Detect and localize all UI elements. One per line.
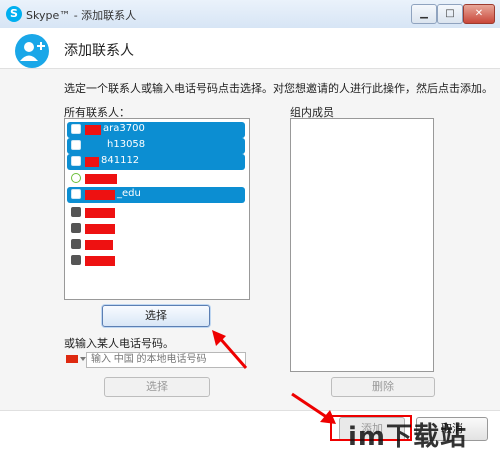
contact-name: ara3700 xyxy=(103,123,145,134)
redaction-mark xyxy=(85,224,115,234)
contacts-list[interactable]: ara3700 h13058 841112 _edu xyxy=(64,118,250,300)
contact-name: h13058 xyxy=(107,139,146,150)
contact-name: _edu xyxy=(117,188,141,199)
contact-status-icon xyxy=(71,124,81,134)
page-title: 添加联系人 xyxy=(64,43,134,59)
contact-item[interactable] xyxy=(67,237,245,253)
redaction-mark xyxy=(85,190,115,200)
contact-status-icon xyxy=(71,207,81,217)
contact-name: 841112 xyxy=(101,155,140,166)
close-button[interactable]: ✕ xyxy=(463,4,495,24)
contact-status-icon xyxy=(71,189,81,199)
maximize-icon: □ xyxy=(445,8,455,19)
contact-item[interactable]: h13058 xyxy=(67,138,245,154)
redaction-mark xyxy=(85,141,89,151)
contact-item[interactable]: ara3700 xyxy=(67,122,245,138)
window-title: Skype™ - 添加联系人 xyxy=(26,9,137,22)
contact-item[interactable]: 841112 xyxy=(67,154,245,170)
minimize-icon: ▁ xyxy=(420,8,428,19)
contact-item[interactable] xyxy=(67,171,245,187)
group-members-list[interactable] xyxy=(290,118,434,372)
contact-item[interactable] xyxy=(67,221,245,237)
contact-item[interactable] xyxy=(67,253,245,269)
redaction-mark xyxy=(85,256,115,266)
redaction-mark xyxy=(85,125,101,135)
redaction-mark xyxy=(85,157,99,167)
china-flag-icon[interactable] xyxy=(66,355,78,363)
annotation-arrow-icon xyxy=(212,330,248,369)
contact-item[interactable] xyxy=(67,205,245,221)
contact-item[interactable]: _edu xyxy=(67,187,245,203)
skype-logo-icon: S xyxy=(6,6,22,22)
contact-status-icon xyxy=(71,156,81,166)
contact-status-icon xyxy=(71,255,81,265)
contact-status-icon xyxy=(71,140,81,150)
contact-status-icon xyxy=(71,239,81,249)
contact-status-icon xyxy=(71,223,81,233)
minimize-button[interactable]: ▁ xyxy=(411,4,437,24)
redaction-mark xyxy=(85,208,115,218)
phone-label: 或输入某人电话号码。 xyxy=(64,337,174,350)
redaction-mark xyxy=(85,174,117,184)
maximize-button[interactable]: □ xyxy=(437,4,463,24)
add-contact-icon xyxy=(15,34,49,68)
remove-button[interactable]: 删除 xyxy=(331,377,435,397)
contact-status-icon xyxy=(71,173,81,183)
watermark: im下载站 xyxy=(348,422,468,452)
select-phone-button[interactable]: 选择 xyxy=(104,377,210,397)
select-contact-button[interactable]: 选择 xyxy=(102,305,210,327)
instruction-text: 选定一个联系人或输入电话号码点击选择。对您想邀请的人进行此操作，然后点击添加。 xyxy=(64,82,493,95)
redaction-mark xyxy=(85,240,113,250)
close-icon: ✕ xyxy=(474,8,484,19)
